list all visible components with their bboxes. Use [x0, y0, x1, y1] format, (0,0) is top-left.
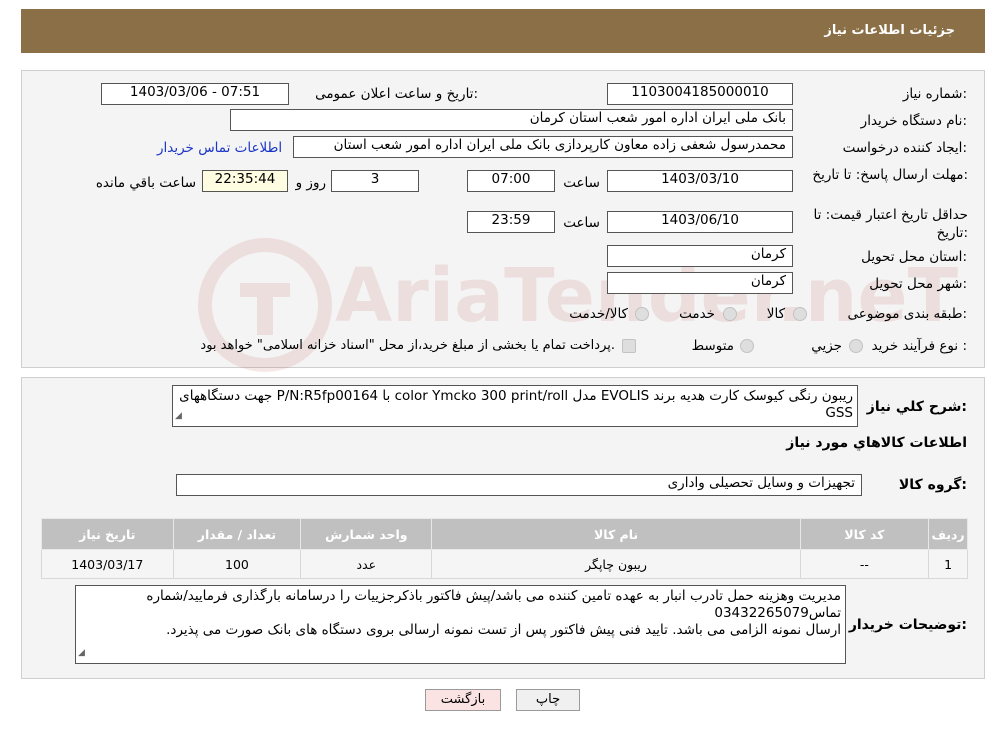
goods-group-label: گروه کالا:: [898, 477, 967, 493]
buyer-notes-textarea[interactable]: مدیریت وهزینه حمل تادرب انبار به عهده تا…: [75, 585, 846, 664]
description-textarea[interactable]: ریبون رنگی کیوسک کارت هدیه برند EVOLIS م…: [172, 385, 858, 427]
col-header-item-name: نام کالا: [431, 518, 801, 550]
province-label: استان محل تحویل:: [861, 249, 967, 265]
process-option-medium: متوسط: [691, 338, 734, 354]
description-label: شرح كلي نياز:: [866, 399, 967, 415]
payment-checkbox[interactable]: [622, 339, 636, 353]
deadline-date-field: 1403/03/10: [607, 170, 793, 192]
process-radio-medium[interactable]: [740, 339, 754, 353]
watermark-logo-icon: [198, 238, 332, 372]
process-option-minor: جزيي: [811, 338, 842, 354]
goods-section-title: اطلاعات كالاهاي مورد نياز: [786, 435, 967, 451]
city-field: کرمان: [607, 272, 793, 294]
buyer-notes-label: توضيحات خريدار:: [848, 617, 967, 633]
remaining-time-field: 22:35:44: [202, 170, 288, 192]
deadline-label: مهلت ارسال پاسخ: تا تاریخ:: [812, 167, 968, 183]
resize-grip-icon[interactable]: ◢: [78, 645, 85, 662]
back-button[interactable]: بازگشت: [425, 689, 501, 711]
need-number-field: 1103004185000010: [607, 83, 793, 105]
page-header: جزئیات اطلاعات نیاز: [21, 9, 985, 53]
table-row: 1 -- ریبون چاپگر عدد 100 1403/03/17: [41, 549, 968, 579]
buyer-notes-line-2: ارسال نمونه الزامی می باشد. تایید فنی پی…: [166, 622, 841, 638]
print-button[interactable]: چاپ: [516, 689, 580, 711]
buyer-notes-line-1: مدیریت وهزینه حمل تادرب انبار به عهده تا…: [146, 588, 841, 621]
buyer-org-label: نام دستگاه خریدار:: [860, 113, 967, 129]
page-title: جزئیات اطلاعات نیاز: [824, 23, 955, 38]
category-label: طبقه بندی موضوعی:: [847, 306, 967, 322]
city-label: شهر محل تحویل:: [869, 276, 967, 292]
announce-datetime-label: تاریخ و ساعت اعلان عمومی:: [315, 86, 478, 102]
validity-date-field: 1403/06/10: [607, 211, 793, 233]
remaining-days-label: روز و: [295, 175, 326, 191]
creator-label: ایجاد کننده درخواست:: [842, 140, 967, 156]
goods-group-field: تجهیزات و وسایل تحصیلی واداری: [176, 474, 862, 496]
payment-note: پرداخت تمام یا بخشی از مبلغ خرید،از محل …: [200, 338, 615, 353]
category-option-goods-service: کالا/خدمت: [569, 306, 628, 322]
process-label: نوع فرآیند خرید :: [871, 338, 967, 354]
process-radio-minor[interactable]: [849, 339, 863, 353]
cell-item-name: ریبون چاپگر: [431, 549, 801, 579]
cell-need-date: 1403/03/17: [41, 549, 174, 579]
validity-label: حداقل تاریخ اعتبار قیمت: تا تاریخ:: [813, 207, 968, 241]
creator-field: محمدرسول شعفی زاده معاون کارپردازی بانک …: [293, 136, 793, 158]
validity-time-label: ساعت: [563, 215, 600, 231]
col-header-item-code: کد کالا: [799, 518, 930, 550]
need-number-label: شماره نیاز:: [902, 86, 967, 102]
category-option-goods: کالا: [766, 306, 785, 322]
remaining-days-field: 3: [331, 170, 419, 192]
validity-time-field: 23:59: [467, 211, 555, 233]
category-radio-goods-service[interactable]: [635, 307, 649, 321]
category-option-service: خدمت: [679, 306, 715, 322]
col-header-need-date: تاریخ نیاز: [41, 518, 174, 550]
resize-grip-icon[interactable]: ◢: [175, 408, 182, 425]
table-header-row: رديف کد کالا نام کالا واحد شمارش تعداد /…: [41, 518, 968, 550]
cell-item-code: --: [799, 549, 930, 579]
goods-table: رديف کد کالا نام کالا واحد شمارش تعداد /…: [41, 518, 968, 579]
province-field: کرمان: [607, 245, 793, 267]
cell-quantity: 100: [172, 549, 302, 579]
col-header-row-number: رديف: [928, 518, 968, 550]
announce-datetime-field: 1403/03/06 - 07:51: [101, 83, 289, 105]
buyer-contact-link[interactable]: اطلاعات تماس خریدار: [157, 140, 282, 156]
remaining-time-label: ساعت باقي مانده: [95, 175, 196, 191]
buyer-org-field: بانک ملی ایران اداره امور شعب استان کرما…: [230, 109, 793, 131]
col-header-unit: واحد شمارش: [300, 518, 433, 550]
description-text: ریبون رنگی کیوسک کارت هدیه برند EVOLIS م…: [179, 388, 853, 421]
category-radio-goods[interactable]: [793, 307, 807, 321]
category-radio-service[interactable]: [723, 307, 737, 321]
col-header-quantity: تعداد / مقدار: [172, 518, 302, 550]
cell-unit: عدد: [300, 549, 433, 579]
deadline-time-field: 07:00: [467, 170, 555, 192]
deadline-time-label: ساعت: [563, 175, 600, 191]
cell-row-number: 1: [928, 549, 968, 579]
